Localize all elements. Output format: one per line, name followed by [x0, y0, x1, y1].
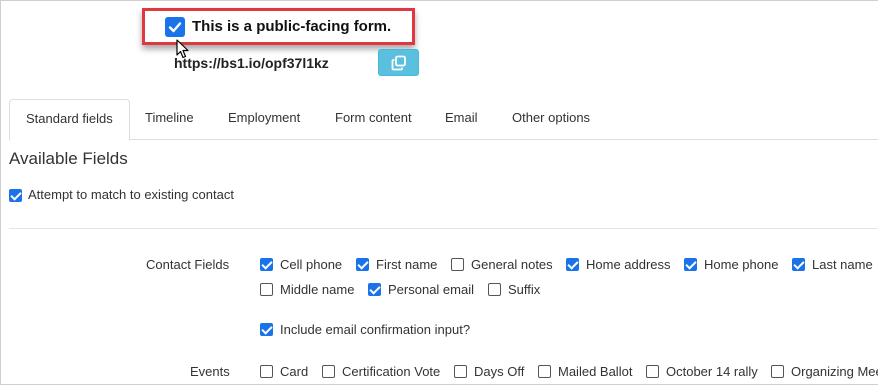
checkbox-icon[interactable]	[356, 258, 369, 272]
tab-timeline[interactable]: Timeline	[131, 99, 208, 140]
copy-icon	[391, 55, 406, 71]
contact-field-home-address[interactable]: Home address	[566, 257, 671, 272]
checkbox-icon[interactable]	[792, 258, 805, 272]
public-form-url: https://bs1.io/opf37l1kz	[174, 55, 329, 71]
event-days-off[interactable]: Days Off	[454, 364, 524, 379]
copy-url-button[interactable]	[378, 49, 419, 76]
contact-field-personal-email[interactable]: Personal email	[368, 282, 474, 297]
checkbox-icon[interactable]	[260, 258, 273, 272]
checkbox-icon[interactable]	[646, 365, 659, 379]
tab-other-options[interactable]: Other options	[498, 99, 604, 140]
events-label: Events	[190, 364, 230, 379]
checkbox-icon[interactable]	[684, 258, 697, 272]
match-contact-option[interactable]: Attempt to match to existing contact	[9, 187, 234, 203]
tab-form-content[interactable]: Form content	[321, 99, 426, 140]
contact-field-home-phone[interactable]: Home phone	[684, 257, 778, 272]
contact-field-first-name[interactable]: First name	[356, 257, 437, 272]
checkbox-icon[interactable]	[260, 365, 273, 379]
public-form-checkbox[interactable]	[165, 17, 185, 37]
checkbox-icon[interactable]	[260, 283, 273, 297]
tab-standard-fields[interactable]: Standard fields	[9, 99, 130, 141]
tab-bar: Standard fields Timeline Employment Form…	[9, 99, 878, 141]
contact-fields-label: Contact Fields	[146, 257, 230, 272]
match-contact-label: Attempt to match to existing contact	[28, 187, 234, 202]
contact-field-middle-name[interactable]: Middle name	[260, 282, 354, 297]
checkbox-icon[interactable]	[566, 258, 579, 272]
checkbox-icon[interactable]	[368, 283, 381, 297]
checkbox-icon[interactable]	[322, 365, 335, 379]
contact-field-last-name[interactable]: Last name	[792, 257, 873, 272]
section-divider	[9, 228, 878, 229]
event-certification-vote[interactable]: Certification Vote	[322, 364, 440, 379]
event-mailed-ballot[interactable]: Mailed Ballot	[538, 364, 632, 379]
event-organizing-meeting[interactable]: Organizing Mee	[771, 364, 878, 379]
email-confirmation-option[interactable]: Include email confirmation input?	[260, 322, 470, 337]
event-october-14-rally[interactable]: October 14 rally	[646, 364, 758, 379]
contact-field-suffix[interactable]: Suffix	[488, 282, 540, 297]
tab-email[interactable]: Email	[431, 99, 492, 140]
form-settings-panel: This is a public-facing form. https://bs…	[0, 0, 878, 385]
public-form-label[interactable]: This is a public-facing form.	[192, 18, 391, 35]
checkbox-icon[interactable]	[260, 323, 273, 337]
checkbox-icon[interactable]	[538, 365, 551, 379]
checkbox-icon[interactable]	[451, 258, 464, 272]
checkbox-icon[interactable]	[488, 283, 501, 297]
checkbox-icon[interactable]	[454, 365, 467, 379]
contact-field-cell-phone[interactable]: Cell phone	[260, 257, 342, 272]
contact-field-general-notes[interactable]: General notes	[451, 257, 553, 272]
match-contact-checkbox[interactable]	[9, 189, 22, 203]
checkbox-icon[interactable]	[771, 365, 784, 379]
tab-employment[interactable]: Employment	[214, 99, 314, 140]
section-title: Available Fields	[9, 149, 128, 168]
event-card[interactable]: Card	[260, 364, 308, 379]
